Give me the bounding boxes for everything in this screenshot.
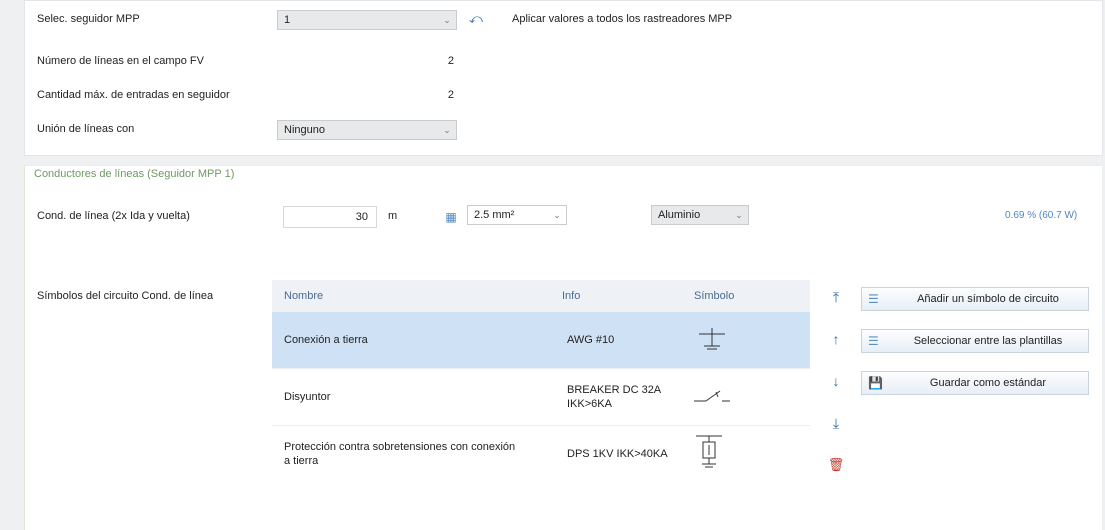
save-default-button[interactable]: 💾 Guardar como estándar bbox=[861, 371, 1089, 395]
cond-label: Cond. de línea (2x Ida y vuelta) bbox=[37, 210, 190, 222]
calculator-icon[interactable]: ▦ bbox=[441, 207, 461, 227]
save-default-label: Guardar como estándar bbox=[929, 377, 1047, 389]
section-title: Conductores de líneas (Seguidor MPP 1) bbox=[34, 168, 235, 180]
length-input[interactable]: 30 bbox=[283, 206, 377, 228]
apply-all-mpp-label: Aplicar valores a todos los rastreadores… bbox=[512, 13, 733, 25]
row-info: BREAKER DC 32A IKK>6KA bbox=[567, 384, 661, 410]
add-circuit-symbol-label: Añadir un símbolo de circuito bbox=[917, 293, 1059, 305]
chevron-down-icon: ⌄ bbox=[443, 15, 451, 25]
table-header: Nombre Info Símbolo bbox=[272, 280, 810, 312]
add-symbol-icon: ☰ bbox=[868, 292, 879, 306]
apply-arrow-icon[interactable]: ⤺ bbox=[466, 9, 486, 29]
left-gutter bbox=[0, 0, 24, 529]
table-row[interactable]: Conexión a tierra AWG #10 bbox=[272, 312, 810, 369]
trash-icon[interactable]: 🗑 bbox=[826, 455, 846, 475]
select-template-label: Seleccionar entre las plantillas bbox=[913, 335, 1063, 347]
max-inputs-label: Cantidad máx. de entradas en seguidor bbox=[37, 89, 230, 101]
length-value: 30 bbox=[355, 211, 368, 223]
header-symbol[interactable]: Símbolo bbox=[694, 290, 734, 302]
row-info: AWG #10 bbox=[567, 334, 615, 346]
cross-section-value: 2.5 mm² bbox=[474, 209, 515, 221]
loss-value: 0.69 % (60.7 W) bbox=[1005, 210, 1078, 221]
material-value: Aluminio bbox=[658, 209, 701, 221]
material-select[interactable]: Aluminio ⌄ bbox=[651, 205, 749, 225]
select-template-button[interactable]: ☰ Seleccionar entre las plantillas bbox=[861, 329, 1089, 353]
table-row[interactable]: Protección contra sobretensiones con con… bbox=[272, 426, 810, 486]
chevron-down-icon: ⌄ bbox=[735, 210, 743, 220]
lines-value: 2 bbox=[447, 55, 454, 67]
move-down-icon[interactable]: ↓ bbox=[826, 371, 846, 391]
cross-section-select[interactable]: 2.5 mm² ⌄ bbox=[467, 205, 567, 225]
symbols-label: Símbolos del circuito Cond. de línea bbox=[37, 290, 214, 302]
join-select[interactable]: Ninguno ⌄ bbox=[277, 120, 457, 140]
mpp-label: Selec. seguidor MPP bbox=[37, 13, 140, 25]
row-info: DPS 1KV IKK>40KA bbox=[567, 448, 668, 460]
mpp-select-value: 1 bbox=[284, 14, 291, 26]
chevron-down-icon: ⌄ bbox=[443, 125, 451, 135]
circuit-symbols-table: Nombre Info Símbolo Conexión a tierra AW… bbox=[272, 280, 810, 486]
lines-label: Número de líneas en el campo FV bbox=[37, 55, 204, 67]
template-icon: ☰ bbox=[868, 334, 879, 348]
breaker-symbol-icon bbox=[694, 390, 730, 402]
join-label: Unión de líneas con bbox=[37, 123, 135, 135]
move-up-icon[interactable]: ↑ bbox=[826, 329, 846, 349]
chevron-down-icon: ⌄ bbox=[553, 210, 561, 220]
row-name: Disyuntor bbox=[284, 391, 331, 403]
row-name: Conexión a tierra bbox=[284, 334, 368, 346]
length-unit: m bbox=[388, 210, 398, 222]
add-circuit-symbol-button[interactable]: ☰ Añadir un símbolo de circuito bbox=[861, 287, 1089, 311]
surge-protection-symbol-icon bbox=[696, 435, 722, 468]
mpp-select[interactable]: 1 ⌄ bbox=[277, 10, 457, 30]
join-select-value: Ninguno bbox=[284, 124, 325, 136]
ground-symbol-icon bbox=[699, 328, 725, 350]
header-info[interactable]: Info bbox=[562, 290, 580, 302]
move-bottom-icon[interactable]: ⤓ bbox=[826, 413, 846, 433]
table-row[interactable]: Disyuntor BREAKER DC 32A IKK>6KA bbox=[272, 369, 810, 426]
move-top-icon[interactable]: ⤒ bbox=[826, 287, 846, 307]
save-disk-icon: 💾 bbox=[868, 376, 883, 390]
row-name: Protección contra sobretensiones con con… bbox=[284, 441, 516, 467]
header-name[interactable]: Nombre bbox=[284, 290, 323, 302]
max-inputs-value: 2 bbox=[447, 89, 454, 101]
